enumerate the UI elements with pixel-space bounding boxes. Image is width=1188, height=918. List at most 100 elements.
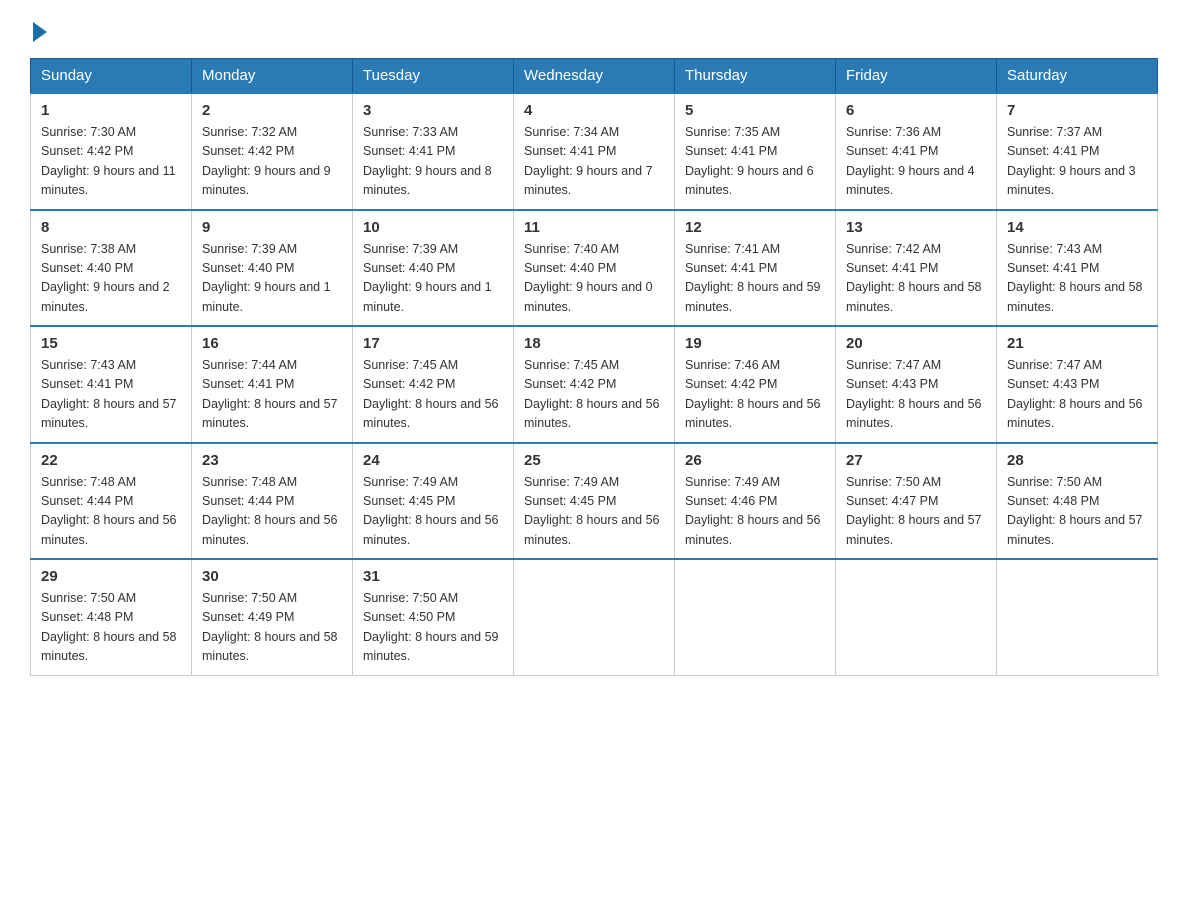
calendar-cell: 2 Sunrise: 7:32 AMSunset: 4:42 PMDaylight… (192, 93, 353, 210)
day-number: 21 (1007, 335, 1147, 352)
day-number: 14 (1007, 219, 1147, 236)
day-number: 11 (524, 219, 664, 236)
day-number: 2 (202, 102, 342, 119)
day-number: 12 (685, 219, 825, 236)
calendar-cell: 27Sunrise: 7:50 AMSunset: 4:47 PMDayligh… (836, 443, 997, 560)
day-number: 22 (41, 452, 181, 469)
weekday-header-sunday: Sunday (31, 59, 192, 94)
day-number: 10 (363, 219, 503, 236)
day-info: Sunrise: 7:39 AMSunset: 4:40 PMDaylight:… (202, 240, 342, 318)
day-info: Sunrise: 7:43 AMSunset: 4:41 PMDaylight:… (41, 356, 181, 434)
weekday-header-tuesday: Tuesday (353, 59, 514, 94)
calendar-cell (514, 559, 675, 675)
calendar-cell: 10 Sunrise: 7:39 AMSunset: 4:40 PMDayligh… (353, 210, 514, 327)
calendar-cell: 1 Sunrise: 7:30 AMSunset: 4:42 PMDaylight… (31, 93, 192, 210)
day-info: Sunrise: 7:43 AMSunset: 4:41 PMDaylight:… (1007, 240, 1147, 318)
day-info: Sunrise: 7:41 AMSunset: 4:41 PMDaylight:… (685, 240, 825, 318)
weekday-header-monday: Monday (192, 59, 353, 94)
calendar-cell: 19 Sunrise: 7:46 AMSunset: 4:42 PMDayligh… (675, 326, 836, 443)
page-header (30, 20, 1158, 38)
day-info: Sunrise: 7:47 AMSunset: 4:43 PMDaylight:… (1007, 356, 1147, 434)
day-number: 13 (846, 219, 986, 236)
logo (30, 20, 47, 38)
day-number: 16 (202, 335, 342, 352)
calendar-cell (675, 559, 836, 675)
day-info: Sunrise: 7:40 AMSunset: 4:40 PMDaylight:… (524, 240, 664, 318)
weekday-header-row: SundayMondayTuesdayWednesdayThursdayFrid… (31, 59, 1158, 94)
calendar-cell: 5 Sunrise: 7:35 AMSunset: 4:41 PMDaylight… (675, 93, 836, 210)
day-info: Sunrise: 7:48 AMSunset: 4:44 PMDaylight:… (41, 473, 181, 551)
day-info: Sunrise: 7:42 AMSunset: 4:41 PMDaylight:… (846, 240, 986, 318)
day-info: Sunrise: 7:35 AMSunset: 4:41 PMDaylight:… (685, 123, 825, 201)
day-info: Sunrise: 7:48 AMSunset: 4:44 PMDaylight:… (202, 473, 342, 551)
day-info: Sunrise: 7:50 AMSunset: 4:49 PMDaylight:… (202, 589, 342, 667)
week-row-5: 29 Sunrise: 7:50 AMSunset: 4:48 PMDayligh… (31, 559, 1158, 675)
day-number: 5 (685, 102, 825, 119)
day-info: Sunrise: 7:50 AMSunset: 4:48 PMDaylight:… (41, 589, 181, 667)
day-number: 7 (1007, 102, 1147, 119)
logo-arrow-icon (33, 22, 47, 42)
calendar-cell: 7 Sunrise: 7:37 AMSunset: 4:41 PMDaylight… (997, 93, 1158, 210)
calendar-cell: 21 Sunrise: 7:47 AMSunset: 4:43 PMDayligh… (997, 326, 1158, 443)
calendar-table: SundayMondayTuesdayWednesdayThursdayFrid… (30, 58, 1158, 676)
day-number: 9 (202, 219, 342, 236)
calendar-cell: 13 Sunrise: 7:42 AMSunset: 4:41 PMDayligh… (836, 210, 997, 327)
day-number: 15 (41, 335, 181, 352)
week-row-4: 22 Sunrise: 7:48 AMSunset: 4:44 PMDayligh… (31, 443, 1158, 560)
day-number: 26 (685, 452, 825, 469)
calendar-cell: 4 Sunrise: 7:34 AMSunset: 4:41 PMDaylight… (514, 93, 675, 210)
day-number: 24 (363, 452, 503, 469)
day-number: 8 (41, 219, 181, 236)
calendar-cell: 18Sunrise: 7:45 AMSunset: 4:42 PMDayligh… (514, 326, 675, 443)
calendar-cell: 15 Sunrise: 7:43 AMSunset: 4:41 PMDayligh… (31, 326, 192, 443)
calendar-cell: 31Sunrise: 7:50 AMSunset: 4:50 PMDayligh… (353, 559, 514, 675)
day-number: 19 (685, 335, 825, 352)
calendar-cell: 29 Sunrise: 7:50 AMSunset: 4:48 PMDayligh… (31, 559, 192, 675)
day-info: Sunrise: 7:44 AMSunset: 4:41 PMDaylight:… (202, 356, 342, 434)
day-info: Sunrise: 7:32 AMSunset: 4:42 PMDaylight:… (202, 123, 342, 201)
day-number: 20 (846, 335, 986, 352)
day-number: 3 (363, 102, 503, 119)
day-info: Sunrise: 7:50 AMSunset: 4:48 PMDaylight:… (1007, 473, 1147, 551)
day-info: Sunrise: 7:30 AMSunset: 4:42 PMDaylight:… (41, 123, 181, 201)
day-number: 28 (1007, 452, 1147, 469)
weekday-header-thursday: Thursday (675, 59, 836, 94)
calendar-cell: 20 Sunrise: 7:47 AMSunset: 4:43 PMDayligh… (836, 326, 997, 443)
day-info: Sunrise: 7:39 AMSunset: 4:40 PMDaylight:… (363, 240, 503, 318)
calendar-cell: 6 Sunrise: 7:36 AMSunset: 4:41 PMDaylight… (836, 93, 997, 210)
day-info: Sunrise: 7:34 AMSunset: 4:41 PMDaylight:… (524, 123, 664, 201)
week-row-2: 8Sunrise: 7:38 AMSunset: 4:40 PMDaylight… (31, 210, 1158, 327)
weekday-header-wednesday: Wednesday (514, 59, 675, 94)
calendar-cell (836, 559, 997, 675)
day-number: 4 (524, 102, 664, 119)
day-info: Sunrise: 7:46 AMSunset: 4:42 PMDaylight:… (685, 356, 825, 434)
calendar-cell: 17Sunrise: 7:45 AMSunset: 4:42 PMDayligh… (353, 326, 514, 443)
day-info: Sunrise: 7:37 AMSunset: 4:41 PMDaylight:… (1007, 123, 1147, 201)
day-info: Sunrise: 7:49 AMSunset: 4:45 PMDaylight:… (363, 473, 503, 551)
calendar-cell: 26Sunrise: 7:49 AMSunset: 4:46 PMDayligh… (675, 443, 836, 560)
day-number: 30 (202, 568, 342, 585)
calendar-cell: 9 Sunrise: 7:39 AMSunset: 4:40 PMDaylight… (192, 210, 353, 327)
day-number: 17 (363, 335, 503, 352)
calendar-cell: 8Sunrise: 7:38 AMSunset: 4:40 PMDaylight… (31, 210, 192, 327)
calendar-cell: 16 Sunrise: 7:44 AMSunset: 4:41 PMDayligh… (192, 326, 353, 443)
calendar-cell: 3Sunrise: 7:33 AMSunset: 4:41 PMDaylight… (353, 93, 514, 210)
week-row-1: 1 Sunrise: 7:30 AMSunset: 4:42 PMDaylight… (31, 93, 1158, 210)
day-number: 29 (41, 568, 181, 585)
week-row-3: 15 Sunrise: 7:43 AMSunset: 4:41 PMDayligh… (31, 326, 1158, 443)
calendar-cell: 14 Sunrise: 7:43 AMSunset: 4:41 PMDayligh… (997, 210, 1158, 327)
day-info: Sunrise: 7:50 AMSunset: 4:50 PMDaylight:… (363, 589, 503, 667)
calendar-cell: 24 Sunrise: 7:49 AMSunset: 4:45 PMDayligh… (353, 443, 514, 560)
calendar-cell: 30 Sunrise: 7:50 AMSunset: 4:49 PMDayligh… (192, 559, 353, 675)
weekday-header-friday: Friday (836, 59, 997, 94)
day-info: Sunrise: 7:36 AMSunset: 4:41 PMDaylight:… (846, 123, 986, 201)
calendar-cell: 11 Sunrise: 7:40 AMSunset: 4:40 PMDayligh… (514, 210, 675, 327)
calendar-cell: 28 Sunrise: 7:50 AMSunset: 4:48 PMDayligh… (997, 443, 1158, 560)
day-number: 1 (41, 102, 181, 119)
day-number: 6 (846, 102, 986, 119)
day-info: Sunrise: 7:45 AMSunset: 4:42 PMDaylight:… (524, 356, 664, 434)
day-info: Sunrise: 7:47 AMSunset: 4:43 PMDaylight:… (846, 356, 986, 434)
day-number: 27 (846, 452, 986, 469)
day-number: 23 (202, 452, 342, 469)
weekday-header-saturday: Saturday (997, 59, 1158, 94)
